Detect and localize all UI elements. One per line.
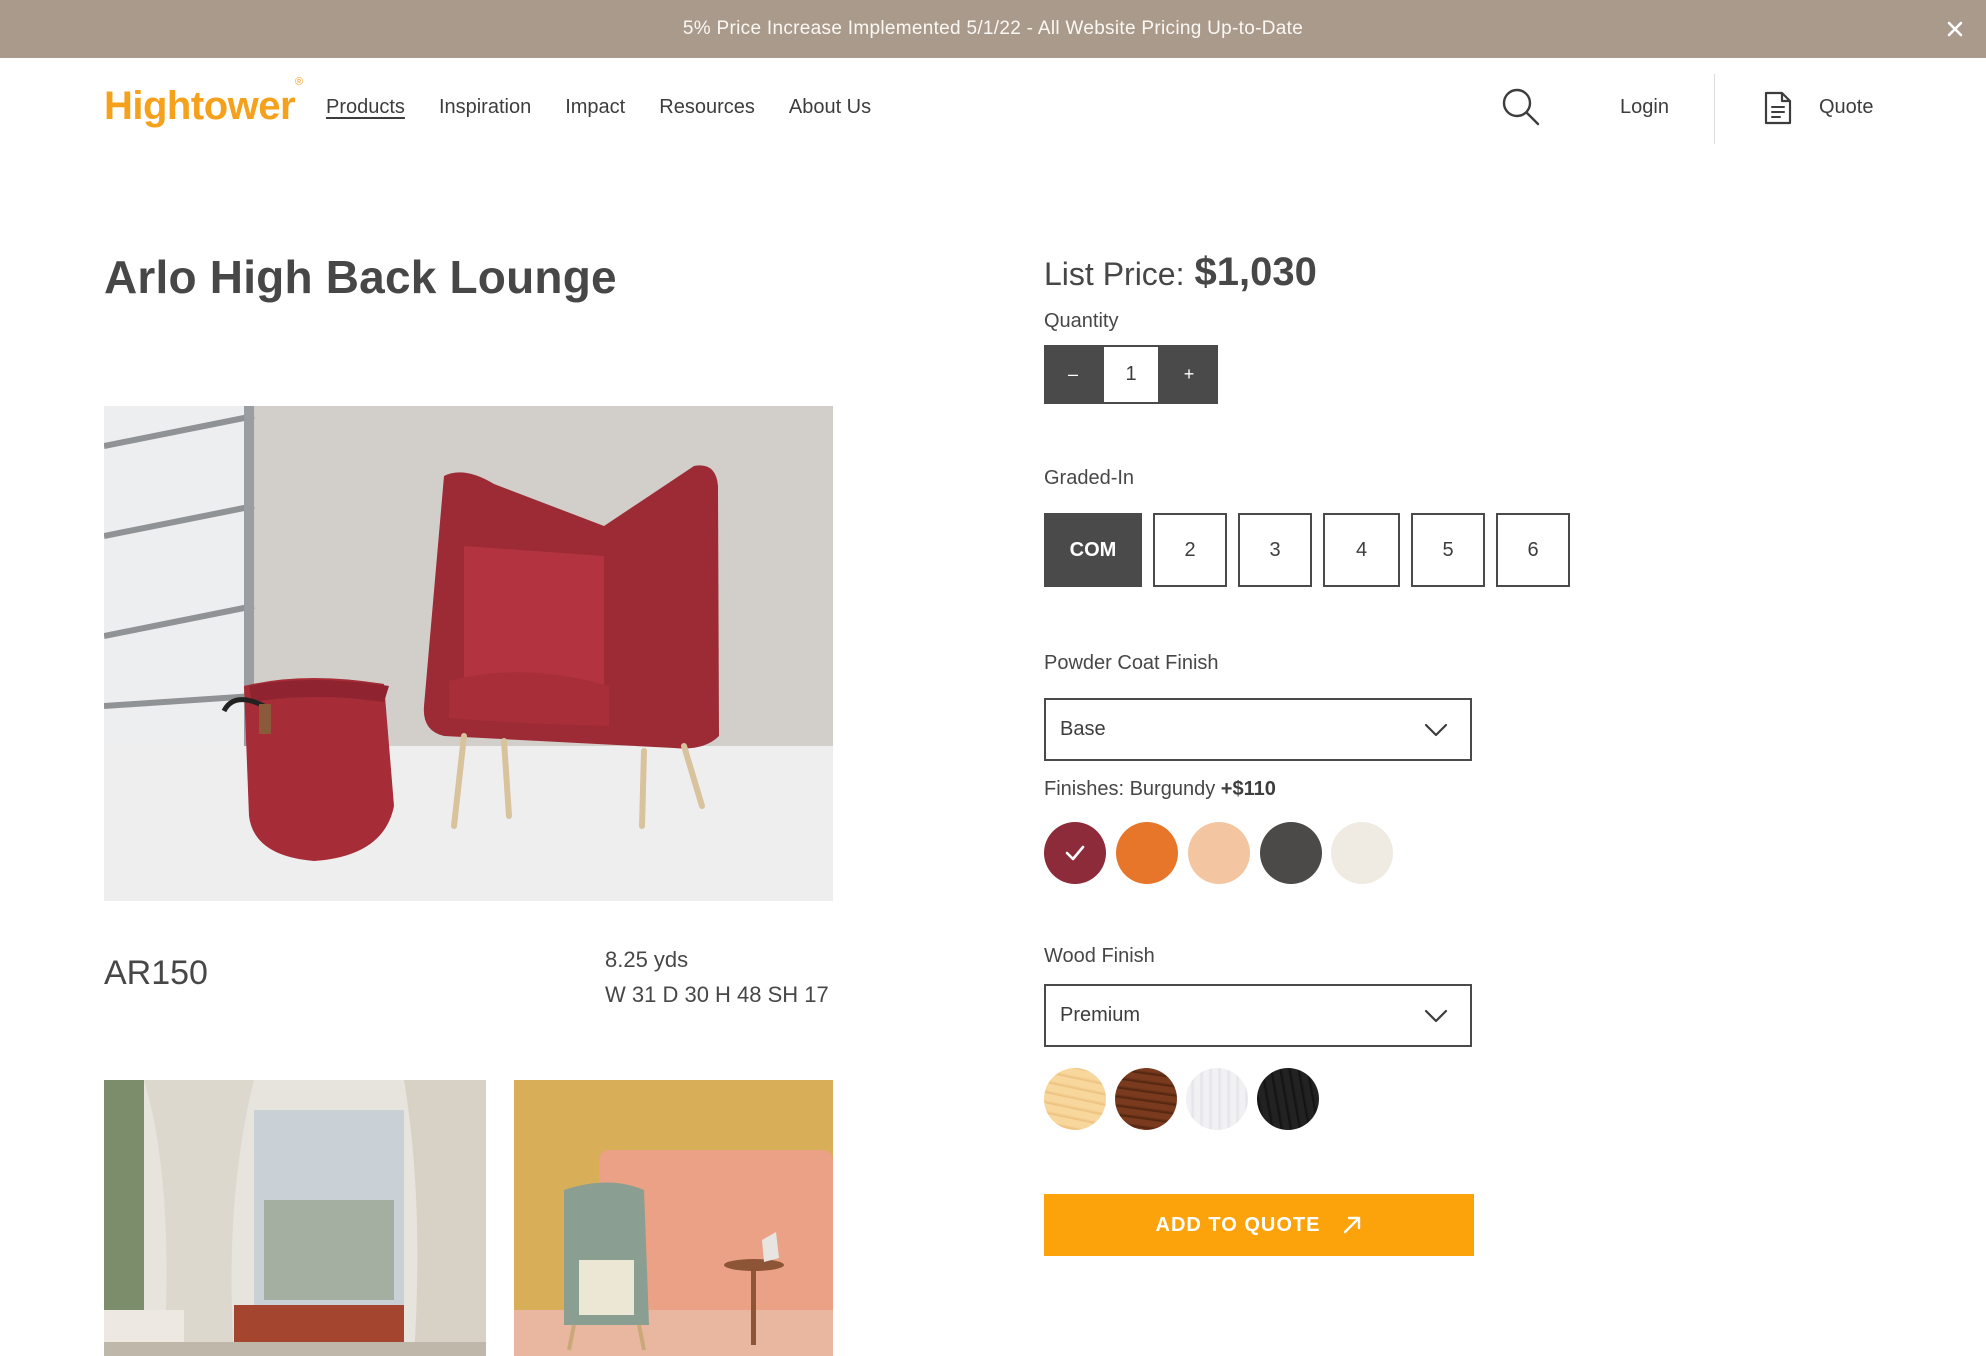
grade-option-com[interactable]: COM bbox=[1044, 513, 1142, 587]
list-price-value: $1,030 bbox=[1194, 250, 1317, 294]
chevron-down-icon bbox=[1424, 723, 1448, 737]
graded-in-label: Graded-In bbox=[1044, 467, 1135, 489]
grade-option-6[interactable]: 6 bbox=[1496, 513, 1570, 587]
finish-selected-label: Finishes: Burgundy bbox=[1044, 778, 1216, 800]
product-specs: 8.25 yds W 31 D 30 H 48 SH 17 bbox=[605, 942, 829, 1012]
grade-option-3[interactable]: 3 bbox=[1238, 513, 1312, 587]
powder-coat-value: Base bbox=[1060, 718, 1106, 740]
nav-impact[interactable]: Impact bbox=[565, 96, 625, 119]
document-icon[interactable] bbox=[1762, 90, 1794, 126]
powder-coat-select[interactable]: Base bbox=[1044, 698, 1472, 761]
quantity-label: Quantity bbox=[1044, 310, 1119, 332]
product-yardage: 8.25 yds bbox=[605, 947, 689, 972]
nav-about-us[interactable]: About Us bbox=[789, 96, 871, 119]
list-price-label: List Price: bbox=[1044, 256, 1185, 292]
swatch-white-wash[interactable] bbox=[1186, 1068, 1248, 1130]
product-title: Arlo High Back Lounge bbox=[104, 251, 617, 303]
wood-finish-label: Wood Finish bbox=[1044, 945, 1155, 967]
swatch-orange[interactable] bbox=[1116, 822, 1178, 884]
finish-selection-text: Finishes: Burgundy +$110 bbox=[1044, 778, 1276, 801]
main-nav: Products Inspiration Impact Resources Ab… bbox=[326, 96, 871, 119]
product-dimensions: W 31 D 30 H 48 SH 17 bbox=[605, 982, 829, 1007]
swatch-burgundy[interactable] bbox=[1044, 822, 1106, 884]
quantity-decrease-button[interactable]: – bbox=[1044, 345, 1102, 404]
product-sku: AR150 bbox=[104, 954, 208, 992]
swatch-black[interactable] bbox=[1257, 1068, 1319, 1130]
grade-option-2[interactable]: 2 bbox=[1153, 513, 1227, 587]
product-image-main[interactable] bbox=[104, 406, 833, 901]
finish-upcharge: +$110 bbox=[1220, 778, 1276, 800]
announcement-text: 5% Price Increase Implemented 5/1/22 - A… bbox=[682, 18, 1304, 39]
quantity-increase-button[interactable]: + bbox=[1160, 345, 1218, 404]
header-divider bbox=[1714, 74, 1715, 144]
quote-link[interactable]: Quote bbox=[1819, 96, 1873, 119]
graded-in-options: COM 2 3 4 5 6 bbox=[1044, 513, 1570, 587]
swatch-peach[interactable] bbox=[1188, 822, 1250, 884]
check-icon bbox=[1065, 845, 1085, 861]
search-icon[interactable] bbox=[1500, 86, 1542, 128]
nav-resources[interactable]: Resources bbox=[659, 96, 755, 119]
close-icon[interactable] bbox=[1942, 16, 1968, 42]
nav-inspiration[interactable]: Inspiration bbox=[439, 96, 531, 119]
product-image-room-1[interactable] bbox=[104, 1080, 486, 1356]
arrow-up-right-icon bbox=[1344, 1216, 1361, 1234]
quantity-input[interactable] bbox=[1102, 345, 1160, 404]
quantity-stepper: – + bbox=[1044, 345, 1218, 404]
wood-finish-value: Premium bbox=[1060, 1004, 1141, 1026]
registered-mark: ® bbox=[295, 75, 303, 88]
grade-option-5[interactable]: 5 bbox=[1411, 513, 1485, 587]
powder-coat-label: Powder Coat Finish bbox=[1044, 652, 1219, 674]
swatch-charcoal[interactable] bbox=[1260, 822, 1322, 884]
login-link[interactable]: Login bbox=[1620, 96, 1669, 119]
swatch-cream[interactable] bbox=[1331, 822, 1393, 884]
logo[interactable]: Hightower® bbox=[104, 76, 303, 129]
add-to-quote-button[interactable]: ADD TO QUOTE bbox=[1044, 1194, 1474, 1256]
chevron-down-icon bbox=[1424, 1009, 1448, 1023]
grade-option-4[interactable]: 4 bbox=[1323, 513, 1400, 587]
nav-products[interactable]: Products bbox=[326, 96, 405, 119]
add-to-quote-label: ADD TO QUOTE bbox=[1155, 1213, 1321, 1236]
swatch-walnut[interactable] bbox=[1115, 1068, 1177, 1130]
price-row: List Price: $1,030 bbox=[1044, 250, 1317, 295]
wood-finish-select[interactable]: Premium bbox=[1044, 984, 1472, 1047]
announcement-banner: 5% Price Increase Implemented 5/1/22 - A… bbox=[0, 0, 1986, 58]
product-image-room-2[interactable] bbox=[514, 1080, 833, 1356]
swatch-light-wood[interactable] bbox=[1044, 1068, 1106, 1130]
site-header: Hightower® Products Inspiration Impact R… bbox=[0, 58, 1986, 158]
